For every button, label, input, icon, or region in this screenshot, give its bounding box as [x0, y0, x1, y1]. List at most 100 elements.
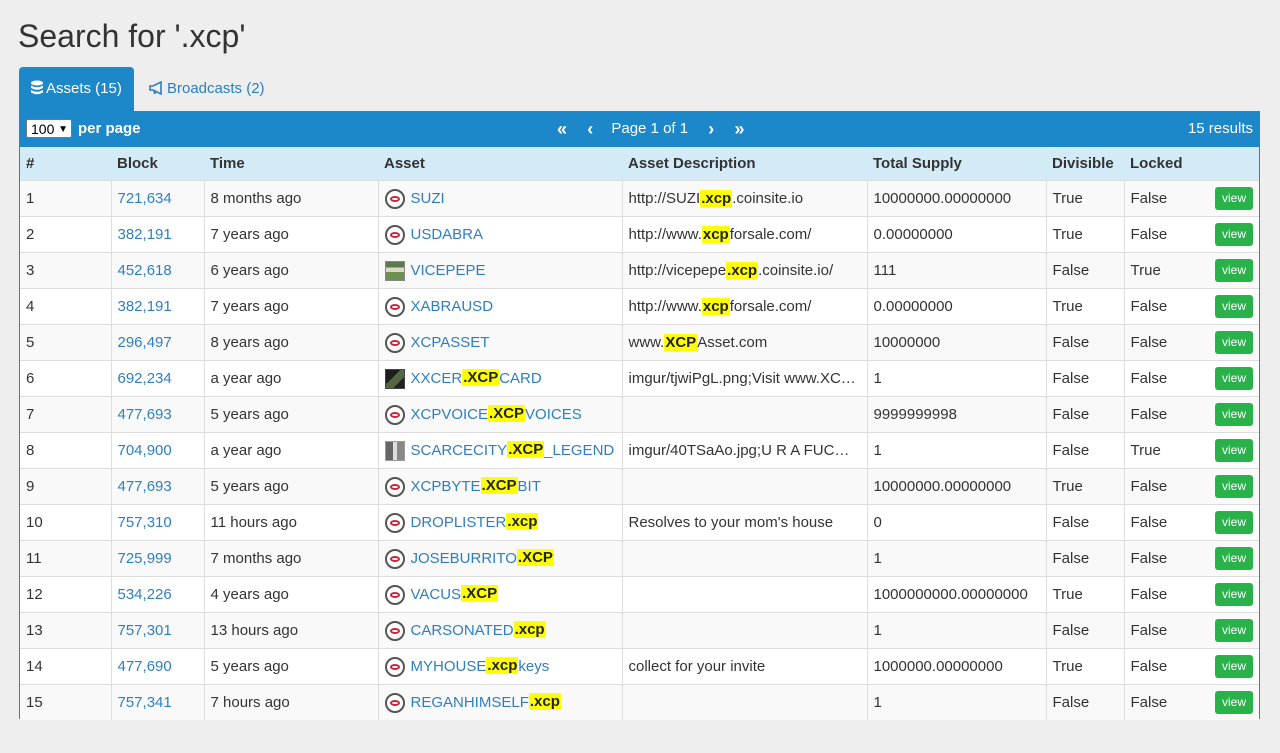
- page-title: Search for '.xcp': [18, 18, 246, 54]
- page-indicator: Page 1 of 1: [611, 120, 689, 138]
- asset-link[interactable]: DROPLISTER.xcp: [411, 513, 539, 531]
- divisible-cell: False: [1045, 252, 1124, 289]
- view-button[interactable]: view: [1215, 547, 1253, 570]
- tab-assets-label: Assets (15): [46, 80, 122, 97]
- column-header[interactable]: Block: [111, 147, 204, 181]
- row-number-cell: 5: [20, 324, 111, 361]
- view-button[interactable]: view: [1215, 295, 1253, 318]
- column-header[interactable]: Total Supply: [867, 147, 1046, 181]
- block-link[interactable]: 534,226: [118, 586, 172, 603]
- description-part: http://www.: [628, 298, 702, 315]
- description-cell: imgur/40TSaAo.jpg;U R A FUC…: [621, 432, 867, 469]
- divisible-cell: False: [1045, 360, 1124, 397]
- block-link[interactable]: 757,341: [118, 694, 172, 711]
- pager: « ‹ Page 1 of 1 › »: [557, 119, 744, 139]
- column-header[interactable]: Asset: [378, 147, 622, 181]
- view-button[interactable]: view: [1215, 367, 1253, 390]
- column-header[interactable]: Asset Description: [622, 147, 867, 181]
- block-link[interactable]: 757,310: [118, 514, 172, 531]
- row-number-cell: 15: [20, 684, 111, 720]
- total-supply-cell: 1000000.00000000: [866, 648, 1046, 685]
- tab-broadcasts[interactable]: Broadcasts (2): [139, 67, 275, 111]
- asset-cell: VACUS.XCP: [377, 576, 622, 613]
- view-button[interactable]: view: [1215, 331, 1253, 354]
- block-link[interactable]: 382,191: [118, 298, 172, 315]
- block-link[interactable]: 477,693: [118, 478, 172, 495]
- view-button[interactable]: view: [1215, 583, 1253, 606]
- description-cell: [621, 540, 867, 577]
- view-button[interactable]: view: [1215, 403, 1253, 426]
- search-highlight: .XCP: [480, 477, 518, 495]
- column-header[interactable]: Divisible: [1046, 147, 1124, 181]
- description-cell: [621, 684, 867, 720]
- table-row: 4 382,191 7 years ago XABRAUSD http://www.xc…: [20, 288, 1259, 325]
- assets-table: # Block Time Asset Asset Description Tot…: [20, 147, 1259, 720]
- asset-link[interactable]: SCARCECITY.XCP_LEGEND: [411, 441, 614, 459]
- column-header[interactable]: Time: [204, 147, 378, 181]
- asset-link[interactable]: JOSEBURRITO.XCP: [411, 549, 554, 567]
- asset-link[interactable]: MYHOUSE.xcpkeys: [411, 657, 549, 675]
- block-link[interactable]: 721,634: [118, 190, 172, 207]
- table-row: 7 477,693 5 years ago XCPVOICE.XCPVOICES 999…: [20, 396, 1259, 433]
- divisible-cell: False: [1045, 396, 1124, 433]
- asset-logo-icon: [384, 512, 405, 533]
- table-row: 2 382,191 7 years ago USDABRA http://www.xcp…: [20, 216, 1259, 253]
- block-link[interactable]: 692,234: [118, 370, 172, 387]
- block-link[interactable]: 296,497: [118, 334, 172, 351]
- view-button[interactable]: view: [1215, 511, 1253, 534]
- total-supply-cell: 1: [866, 684, 1046, 720]
- asset-name-part: SUZI: [410, 189, 445, 207]
- total-supply-cell: 10000000.00000000: [866, 180, 1046, 217]
- tab-assets[interactable]: Assets (15): [19, 67, 134, 111]
- view-button[interactable]: view: [1215, 655, 1253, 678]
- column-header[interactable]: Locked: [1124, 147, 1259, 181]
- prev-page-icon[interactable]: ‹: [587, 119, 593, 139]
- description-part: www.: [628, 334, 665, 351]
- search-highlight: .XCP: [516, 549, 554, 567]
- asset-name-part: VICEPEPE: [410, 261, 486, 279]
- total-supply-cell: 111: [866, 252, 1046, 289]
- locked-cell: False view: [1123, 504, 1259, 541]
- block-link[interactable]: 704,900: [118, 442, 172, 459]
- block-link[interactable]: 477,693: [118, 406, 172, 423]
- asset-link[interactable]: VICEPEPE: [411, 261, 486, 278]
- asset-link[interactable]: VACUS.XCP: [411, 585, 499, 603]
- asset-link[interactable]: XCPBYTE.XCPBIT: [411, 477, 541, 495]
- asset-link[interactable]: CARSONATED.xcp: [411, 621, 546, 639]
- locked-value: False: [1130, 226, 1168, 243]
- per-page-select[interactable]: 100 ▼: [26, 119, 72, 138]
- view-button[interactable]: view: [1215, 475, 1253, 498]
- view-button[interactable]: view: [1215, 223, 1253, 246]
- block-link[interactable]: 452,618: [118, 262, 172, 279]
- asset-cell: XXCER.XCPCARD: [377, 360, 622, 397]
- asset-link[interactable]: XCPVOICE.XCPVOICES: [411, 405, 582, 423]
- row-number-cell: 6: [20, 360, 111, 397]
- asset-link[interactable]: XXCER.XCPCARD: [411, 369, 542, 387]
- divisible-cell: False: [1045, 612, 1124, 649]
- block-link[interactable]: 477,690: [118, 658, 172, 675]
- asset-link[interactable]: USDABRA: [411, 225, 484, 242]
- asset-link[interactable]: REGANHIMSELF.xcp: [411, 693, 561, 711]
- view-button[interactable]: view: [1215, 187, 1253, 210]
- row-number-cell: 7: [20, 396, 111, 433]
- block-link[interactable]: 757,301: [118, 622, 172, 639]
- view-button[interactable]: view: [1215, 619, 1253, 642]
- view-button[interactable]: view: [1215, 259, 1253, 282]
- total-supply-cell: 1: [866, 540, 1046, 577]
- view-button[interactable]: view: [1215, 439, 1253, 462]
- asset-link[interactable]: SUZI: [411, 189, 445, 206]
- first-page-icon[interactable]: «: [557, 119, 567, 139]
- last-page-icon[interactable]: »: [734, 119, 744, 139]
- asset-link[interactable]: XCPASSET: [411, 333, 490, 350]
- time-cell: 7 months ago: [203, 540, 378, 577]
- block-link[interactable]: 382,191: [118, 226, 172, 243]
- asset-link[interactable]: XABRAUSD: [411, 297, 494, 314]
- block-link[interactable]: 725,999: [118, 550, 172, 567]
- column-header[interactable]: #: [20, 147, 111, 181]
- time-cell: 8 months ago: [203, 180, 378, 217]
- view-button[interactable]: view: [1215, 691, 1253, 714]
- search-highlight: .xcp: [513, 621, 546, 639]
- next-page-icon[interactable]: ›: [708, 119, 714, 139]
- asset-logo-icon: [384, 296, 405, 317]
- locked-cell: False view: [1123, 612, 1259, 649]
